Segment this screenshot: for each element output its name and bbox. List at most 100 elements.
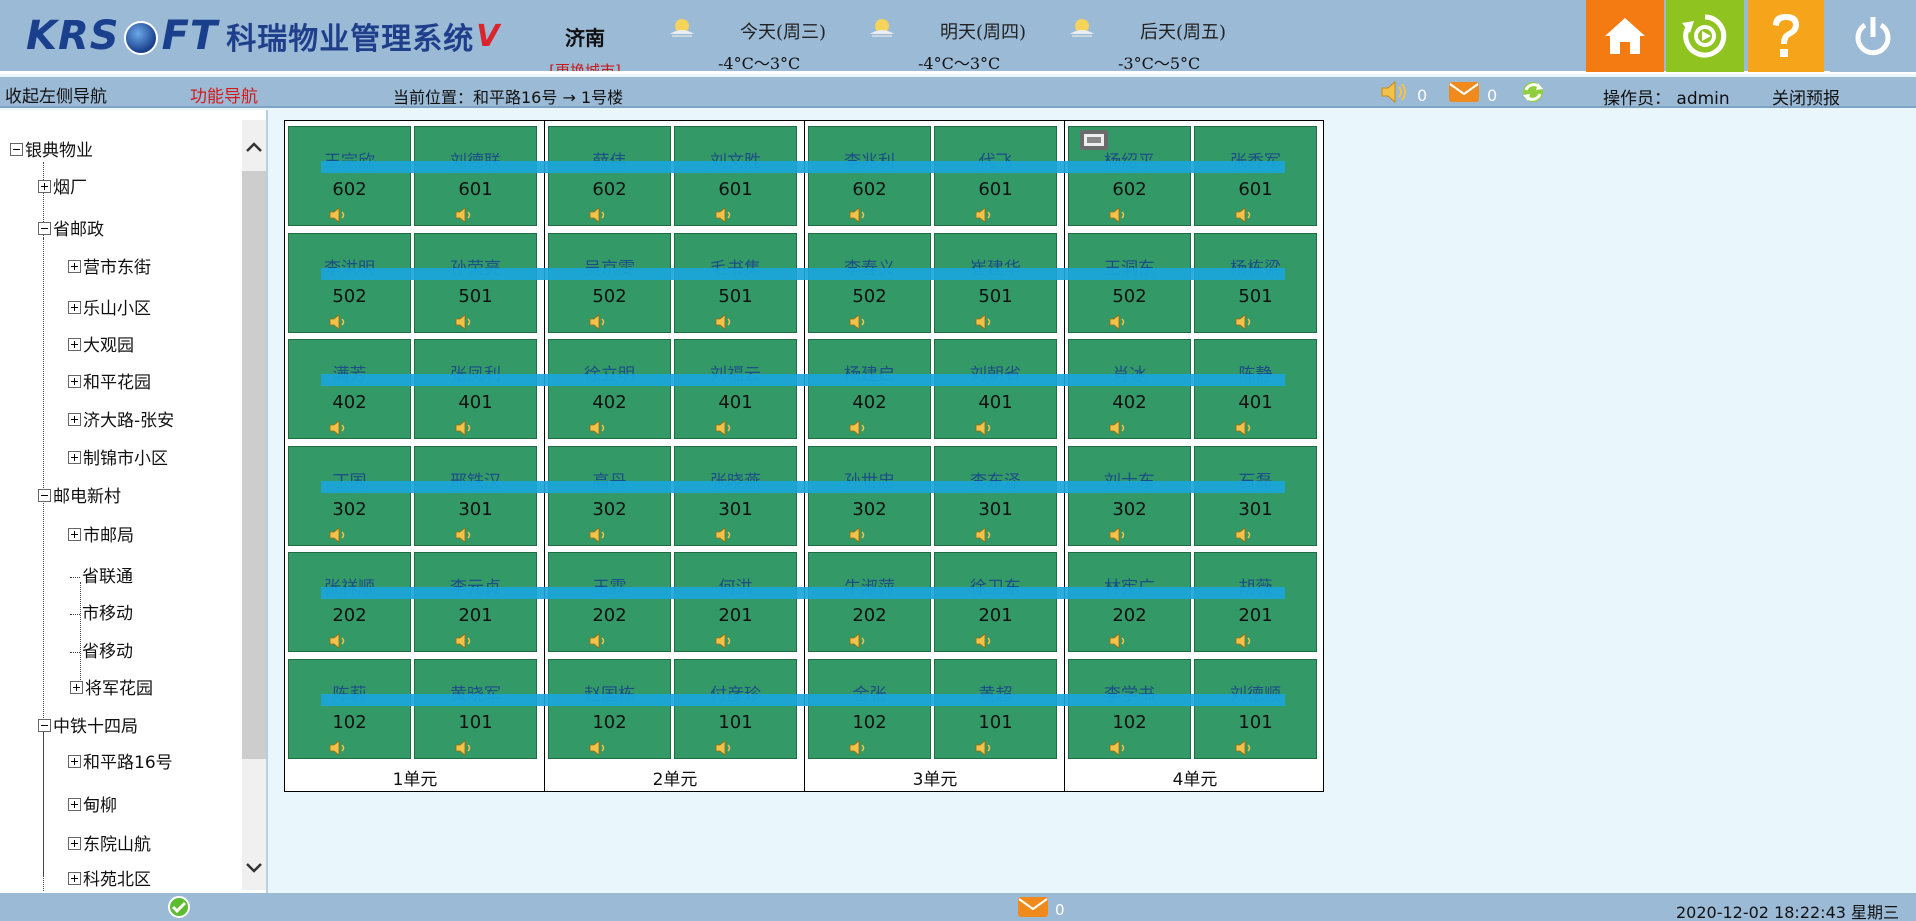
expand-icon[interactable] — [68, 450, 81, 464]
expand-icon[interactable] — [68, 754, 81, 768]
room-tile[interactable]: 王洞东502 — [1068, 232, 1191, 333]
tree-node[interactable]: 大观园 — [68, 335, 134, 357]
tree-node[interactable]: 营市东街 — [68, 257, 151, 279]
tree-node[interactable]: 中铁十四局 — [38, 716, 138, 738]
monitor-icon[interactable] — [1079, 129, 1109, 153]
speaker-icon[interactable] — [329, 207, 349, 223]
speaker-icon[interactable] — [455, 526, 475, 543]
room-tile[interactable]: 李春义502 — [808, 232, 931, 333]
speaker-icon[interactable] — [975, 207, 995, 223]
room-tile[interactable]: 吴京雯502 — [548, 232, 671, 333]
speaker-icon[interactable] — [975, 739, 995, 756]
room-tile[interactable]: 刘福云401 — [674, 339, 797, 439]
tree-node[interactable]: 和平路16号 — [68, 752, 173, 774]
room-tile[interactable]: 牛淑萍202 — [808, 552, 931, 652]
speaker-icon[interactable] — [1235, 420, 1255, 436]
tree-node[interactable]: 邮电新村 — [38, 486, 121, 508]
speaker-icon[interactable] — [715, 526, 735, 543]
speaker-icon[interactable] — [589, 207, 609, 223]
status-mail-icon[interactable] — [1017, 895, 1049, 921]
speaker-icon[interactable] — [975, 313, 995, 330]
speaker-icon[interactable] — [849, 633, 869, 649]
speaker-icon[interactable] — [329, 526, 349, 543]
room-tile[interactable]: 孙世忠302 — [808, 445, 931, 546]
room-tile[interactable]: 刘文胜601 — [674, 126, 797, 226]
scroll-up-icon[interactable] — [242, 132, 266, 162]
tree-node[interactable]: 市移动 — [70, 603, 133, 625]
tree-node[interactable]: 市邮局 — [68, 525, 134, 547]
tree-node[interactable]: 制锦市小区 — [68, 448, 168, 470]
expand-icon[interactable] — [68, 374, 81, 388]
mail-icon[interactable] — [1448, 80, 1480, 108]
speaker-icon[interactable] — [329, 420, 349, 436]
tree-node[interactable]: 烟厂 — [38, 177, 87, 199]
speaker-icon[interactable] — [329, 633, 349, 649]
tree-leaf-connector[interactable] — [70, 576, 80, 578]
speaker-icon[interactable] — [975, 420, 995, 436]
room-tile[interactable]: 丁国302 — [288, 445, 411, 546]
room-tile[interactable]: 李学书102 — [1068, 658, 1191, 759]
room-tile[interactable]: 赵国栋102 — [548, 658, 671, 759]
speaker-icon[interactable] — [329, 739, 349, 756]
expand-icon[interactable] — [68, 527, 81, 541]
change-city-link[interactable]: [更换城市] — [540, 61, 630, 71]
speaker-icon[interactable] — [1109, 420, 1129, 436]
room-tile[interactable]: 孙荣亮501 — [414, 232, 537, 333]
room-tile[interactable]: 杨栋梁501 — [1194, 232, 1317, 333]
room-tile[interactable]: 金张102 — [808, 658, 931, 759]
collapse-icon[interactable] — [38, 488, 51, 502]
speaker-icon[interactable] — [589, 420, 609, 436]
room-tile[interactable]: 薛伟602 — [548, 126, 671, 226]
room-tile[interactable]: 胡薇201 — [1194, 552, 1317, 652]
speaker-icon[interactable] — [715, 633, 735, 649]
expand-icon[interactable] — [68, 300, 81, 314]
expand-icon[interactable] — [38, 179, 51, 193]
collapse-left-nav-link[interactable]: 收起左侧导航 — [5, 82, 107, 107]
help-button[interactable] — [1748, 0, 1824, 72]
expand-icon[interactable] — [68, 337, 81, 351]
speaker-icon[interactable] — [1109, 739, 1129, 756]
room-tile[interactable]: 王霖202 — [548, 552, 671, 652]
tree-node[interactable]: 和平花园 — [68, 372, 151, 394]
speaker-icon[interactable] — [455, 207, 475, 223]
expand-icon[interactable] — [68, 412, 81, 426]
speaker-icon[interactable] — [455, 633, 475, 649]
tree-node[interactable]: 省联通 — [70, 566, 133, 588]
room-tile[interactable]: 刘朝省401 — [934, 339, 1057, 439]
tree-node[interactable]: 省移动 — [70, 641, 133, 663]
room-tile[interactable]: 张秀军601 — [1194, 126, 1317, 226]
speaker-icon[interactable] — [455, 420, 475, 436]
tree-leaf-connector[interactable] — [70, 651, 80, 653]
room-tile[interactable]: 林宪广202 — [1068, 552, 1191, 652]
collapse-icon[interactable] — [38, 221, 51, 235]
room-tile[interactable]: 黄晓军101 — [414, 658, 537, 759]
speaker-icon[interactable] — [975, 526, 995, 543]
speaker-icon[interactable] — [1235, 633, 1255, 649]
home-button[interactable] — [1586, 0, 1664, 72]
close-forecast-link[interactable]: 关闭预报 — [1772, 84, 1840, 109]
expand-icon[interactable] — [70, 680, 83, 694]
tree-node[interactable]: 东院山航 — [68, 834, 151, 856]
expand-icon[interactable] — [68, 797, 81, 811]
room-tile[interactable]: 李洪明502 — [288, 232, 411, 333]
room-tile[interactable]: 杨绍平602 — [1068, 126, 1191, 226]
room-tile[interactable]: 石磊301 — [1194, 445, 1317, 546]
speaker-icon[interactable] — [849, 739, 869, 756]
speaker-icon[interactable] — [1109, 207, 1129, 223]
tree-node[interactable]: 省邮政 — [38, 219, 104, 241]
expand-icon[interactable] — [68, 259, 81, 273]
tree-node[interactable]: 甸柳 — [68, 795, 117, 817]
expand-icon[interactable] — [68, 836, 81, 850]
tree-node[interactable]: 济大路-张安 — [68, 410, 174, 432]
scroll-down-icon[interactable] — [242, 853, 266, 883]
speaker-icon[interactable] — [715, 207, 735, 223]
collapse-icon[interactable] — [38, 718, 51, 732]
room-tile[interactable]: 杨建启402 — [808, 339, 931, 439]
room-tile[interactable]: 张晓燕301 — [674, 445, 797, 546]
speaker-icon[interactable] — [849, 526, 869, 543]
speaker-icon[interactable] — [849, 207, 869, 223]
speaker-icon[interactable] — [455, 739, 475, 756]
tree-node[interactable]: 科苑北区 — [68, 869, 151, 891]
tree-node[interactable]: 乐山小区 — [68, 298, 151, 320]
room-tile[interactable]: 刘德顺101 — [1194, 658, 1317, 759]
